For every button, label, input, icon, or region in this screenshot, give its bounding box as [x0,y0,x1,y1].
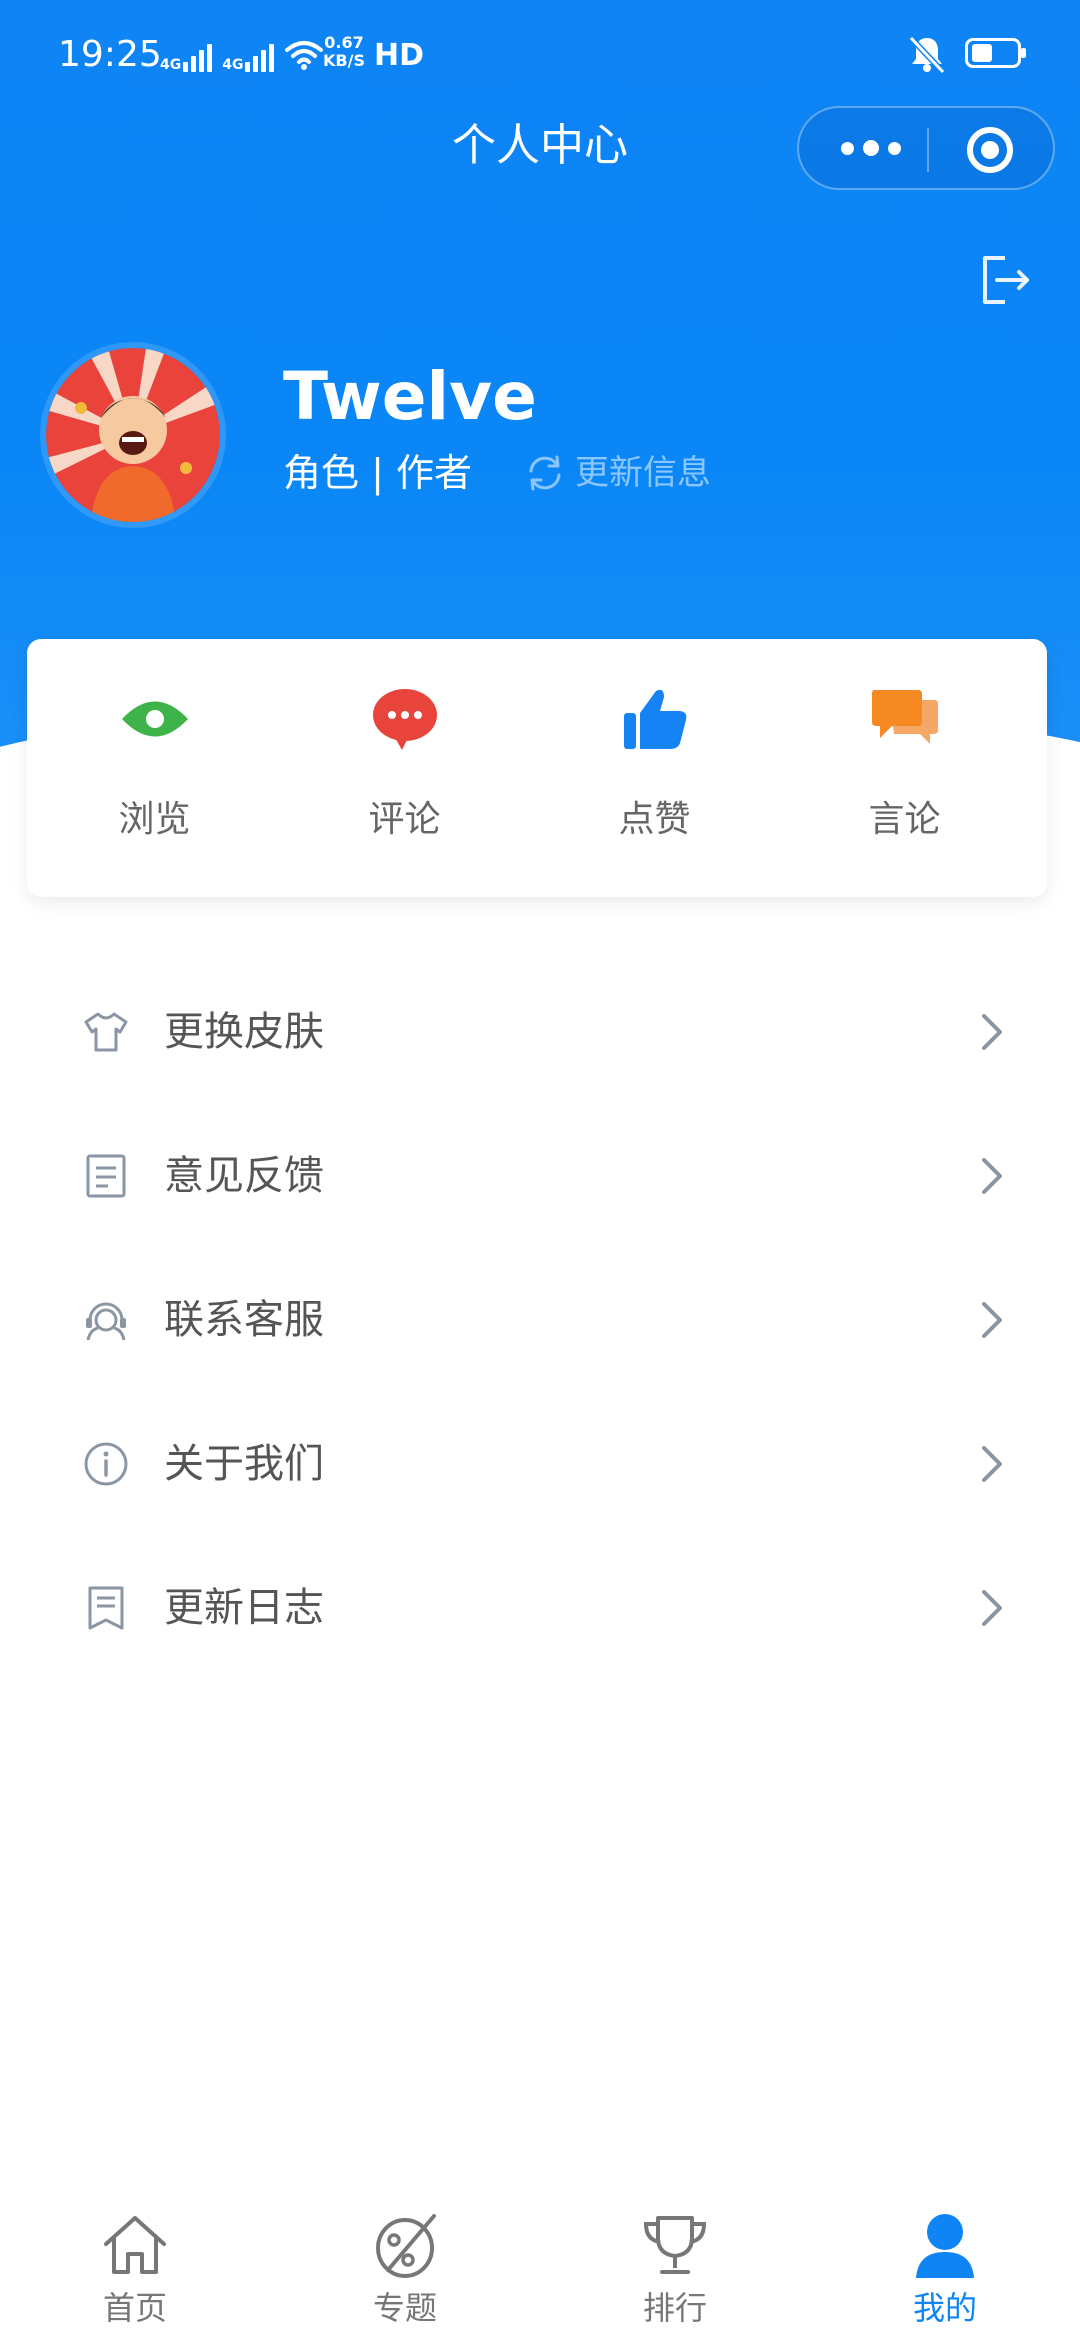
more-icon[interactable] [841,133,901,163]
chevron-right-icon [982,1158,1002,1194]
stat-likes[interactable]: 点赞 [527,679,782,879]
info-icon [84,1442,128,1486]
tab-topics[interactable]: 专题 [330,2210,480,2330]
menu-item-label: 关于我们 [164,1441,324,1487]
bottom-tab-bar: 首页 专题 排行 我的 [0,2195,1080,2340]
mute-bell-icon [908,35,946,75]
menu-item-label: 联系客服 [164,1297,324,1343]
signal-icon [245,42,275,72]
stat-label: 点赞 [618,799,691,840]
tab-label: 专题 [372,2289,437,2327]
close-target-icon[interactable] [967,127,1013,173]
stat-speech[interactable]: 言论 [777,679,1032,879]
chevron-right-icon [982,1302,1002,1338]
tab-label: 我的 [912,2289,977,2327]
network-speed: 0.67 KB/S [323,34,365,70]
network-indicators: 4G 4G [160,38,324,72]
avatar[interactable] [40,342,226,528]
feedback-icon [86,1154,126,1198]
logout-icon[interactable] [975,250,1035,310]
topic-icon [376,2214,436,2278]
log-icon [88,1586,124,1630]
avatar-illustration [46,348,220,522]
tab-label: 排行 [642,2289,707,2327]
battery-icon [965,38,1026,68]
speed-unit: KB/S [323,51,365,70]
menu-item-about[interactable]: 关于我们 [0,1392,1080,1536]
comment-icon [365,679,445,759]
hd-indicator: HD [374,38,425,73]
update-info-label: 更新信息 [575,453,711,493]
stats-card: 浏览 评论 点赞 言论 [27,639,1047,897]
update-info-button[interactable]: 更新信息 [523,448,711,498]
menu-item-support[interactable]: 联系客服 [0,1248,1080,1392]
status-time: 19:25 [58,34,162,75]
user-name: Twelve [283,358,537,435]
home-icon [104,2216,166,2274]
menu-item-feedback[interactable]: 意见反馈 [0,1104,1080,1248]
trophy-icon [643,2216,707,2274]
stat-label: 评论 [368,799,441,840]
eye-icon [115,679,195,759]
wifi-icon [285,41,324,70]
net2-label: 4G [222,57,244,73]
tab-ranking[interactable]: 排行 [600,2210,750,2330]
user-role: 角色 | 作者 [283,451,472,495]
stat-label: 言论 [868,799,941,840]
speech-icon [865,679,945,759]
settings-menu: 更换皮肤 意见反馈 联系客服 关于我们 更新日志 [0,960,1080,1680]
thumbs-up-icon [615,679,695,759]
stat-views[interactable]: 浏览 [27,679,282,879]
stat-comments[interactable]: 评论 [277,679,532,879]
menu-item-skin[interactable]: 更换皮肤 [0,960,1080,1104]
status-bar: 19:25 4G 4G 0.67 KB/S HD [0,30,1080,80]
stat-label: 浏览 [118,799,191,840]
chevron-right-icon [982,1590,1002,1626]
miniprogram-capsule [797,106,1055,190]
menu-item-label: 更新日志 [164,1585,324,1631]
shirt-icon [84,1012,128,1052]
chevron-right-icon [982,1014,1002,1050]
chevron-right-icon [982,1446,1002,1482]
signal-icon [183,42,213,72]
net1-label: 4G [160,57,182,73]
tab-label: 首页 [102,2289,167,2327]
tab-mine[interactable]: 我的 [870,2210,1020,2330]
tab-home[interactable]: 首页 [60,2210,210,2330]
user-icon [916,2214,974,2278]
refresh-icon [529,455,561,491]
menu-item-label: 意见反馈 [164,1153,324,1199]
menu-item-label: 更换皮肤 [164,1009,324,1055]
support-icon [86,1302,126,1341]
capsule-divider [927,128,929,172]
speed-value: 0.67 [324,33,364,52]
menu-item-changelog[interactable]: 更新日志 [0,1536,1080,1680]
